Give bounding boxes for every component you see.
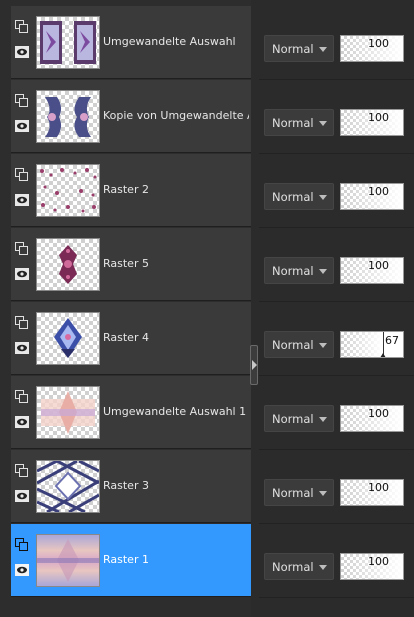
layer-name[interactable]: Umgewandelte Auswahl 1: [103, 405, 249, 418]
panel-splitter-handle[interactable]: [250, 345, 258, 385]
visibility-eye-icon[interactable]: [15, 564, 29, 576]
layer-row-raster-1[interactable]: Raster 1: [11, 524, 251, 597]
opacity-slider-marker-icon: [380, 353, 386, 357]
layer-properties-row: Normal 100: [259, 80, 414, 154]
visibility-eye-icon[interactable]: [15, 490, 29, 502]
visibility-eye-icon[interactable]: [15, 46, 29, 58]
blend-mode-select[interactable]: Normal: [264, 405, 334, 432]
layer-group-icon[interactable]: [15, 538, 28, 551]
opacity-value: 100: [368, 185, 389, 198]
blend-mode-select[interactable]: Normal: [264, 183, 334, 210]
blend-mode-select[interactable]: Normal: [264, 479, 334, 506]
opacity-slider[interactable]: 100: [340, 479, 404, 506]
layer-thumbnail: [36, 16, 100, 69]
chevron-right-icon: [252, 360, 257, 370]
chevron-down-icon: [319, 121, 327, 126]
blend-mode-label: Normal: [272, 190, 314, 204]
chevron-down-icon: [319, 343, 327, 348]
chevron-down-icon: [319, 491, 327, 496]
layer-name[interactable]: Raster 2: [103, 183, 249, 196]
blend-mode-label: Normal: [272, 116, 314, 130]
chevron-down-icon: [319, 269, 327, 274]
blend-mode-select[interactable]: Normal: [264, 109, 334, 136]
layer-name[interactable]: Raster 4: [103, 331, 249, 344]
layer-group-icon[interactable]: [15, 242, 28, 255]
layer-name[interactable]: Umgewandelte Auswahl: [103, 35, 249, 48]
opacity-slider[interactable]: 100: [340, 35, 404, 62]
layer-group-icon[interactable]: [15, 20, 28, 33]
layer-group-icon[interactable]: [15, 168, 28, 181]
layer-group-icon[interactable]: [15, 94, 28, 107]
blend-mode-label: Normal: [272, 412, 314, 426]
visibility-eye-icon[interactable]: [15, 268, 29, 280]
opacity-slider[interactable]: 100: [340, 405, 404, 432]
layer-properties-row: Normal 100: [259, 524, 414, 598]
blend-mode-label: Normal: [272, 486, 314, 500]
layer-thumbnail: [36, 460, 100, 513]
opacity-slider[interactable]: 100: [340, 109, 404, 136]
layer-thumbnail: [36, 386, 100, 439]
opacity-value: 100: [368, 111, 389, 124]
opacity-value: 100: [368, 555, 389, 568]
layer-row-umgewandelte-auswahl[interactable]: Umgewandelte Auswahl: [11, 6, 251, 79]
layer-row-raster-5[interactable]: Raster 5: [11, 228, 251, 301]
layer-thumbnail: [36, 534, 100, 587]
layer-thumbnail: [36, 90, 100, 143]
layer-row-raster-3[interactable]: Raster 3: [11, 450, 251, 523]
blend-mode-select[interactable]: Normal: [264, 553, 334, 580]
layer-properties-row: Normal 100: [259, 376, 414, 450]
layer-group-icon[interactable]: [15, 464, 28, 477]
layer-properties-row: Normal 100: [259, 228, 414, 302]
blend-mode-label: Normal: [272, 338, 314, 352]
chevron-down-icon: [319, 195, 327, 200]
layer-name[interactable]: Raster 5: [103, 257, 249, 270]
blend-mode-select[interactable]: Normal: [264, 257, 334, 284]
layer-row-umgewandelte-auswahl-1[interactable]: Umgewandelte Auswahl 1: [11, 376, 251, 449]
opacity-value: 100: [368, 481, 389, 494]
opacity-slider[interactable]: 100: [340, 257, 404, 284]
opacity-slider[interactable]: 67: [340, 331, 404, 358]
opacity-value: 100: [368, 407, 389, 420]
layer-group-icon[interactable]: [15, 390, 28, 403]
layer-properties-column: Normal 100 Normal 100 Normal 100 Normal …: [259, 0, 414, 617]
chevron-down-icon: [319, 47, 327, 52]
opacity-value: 100: [368, 37, 389, 50]
visibility-eye-icon[interactable]: [15, 120, 29, 132]
layer-name[interactable]: Kopie von Umgewandelte A: [103, 109, 249, 122]
layer-name[interactable]: Raster 1: [103, 553, 249, 566]
layer-properties-row: Normal 100: [259, 6, 414, 80]
visibility-eye-icon[interactable]: [15, 194, 29, 206]
visibility-eye-icon[interactable]: [15, 416, 29, 428]
layer-properties-row: Normal 67: [259, 302, 414, 376]
opacity-slider[interactable]: 100: [340, 553, 404, 580]
blend-mode-select[interactable]: Normal: [264, 331, 334, 358]
layer-row-raster-2[interactable]: Raster 2: [11, 154, 251, 227]
blend-mode-select[interactable]: Normal: [264, 35, 334, 62]
layer-thumbnail: [36, 164, 100, 217]
chevron-down-icon: [319, 417, 327, 422]
blend-mode-label: Normal: [272, 264, 314, 278]
layer-properties-row: Normal 100: [259, 450, 414, 524]
layer-row-kopie-von-umgewandelte-auswahl[interactable]: Kopie von Umgewandelte A: [11, 80, 251, 153]
opacity-slider[interactable]: 100: [340, 183, 404, 210]
opacity-value: 67: [385, 334, 399, 347]
blend-mode-label: Normal: [272, 560, 314, 574]
layer-row-raster-4[interactable]: Raster 4: [11, 302, 251, 375]
layers-panel: Umgewandelte Auswahl Kopie von Umgewande…: [0, 0, 251, 617]
layer-group-icon[interactable]: [15, 316, 28, 329]
layer-thumbnail: [36, 312, 100, 365]
blend-mode-label: Normal: [272, 42, 314, 56]
layer-thumbnail: [36, 238, 100, 291]
layer-properties-row: Normal 100: [259, 154, 414, 228]
visibility-eye-icon[interactable]: [15, 342, 29, 354]
layer-name[interactable]: Raster 3: [103, 479, 249, 492]
chevron-down-icon: [319, 565, 327, 570]
opacity-value: 100: [368, 259, 389, 272]
